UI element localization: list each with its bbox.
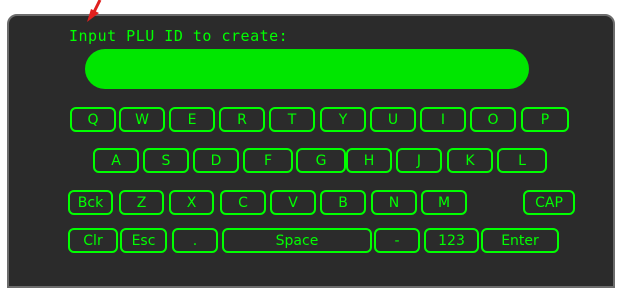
key-i[interactable]: I <box>420 107 466 132</box>
key-k[interactable]: K <box>447 148 493 173</box>
key-f[interactable]: F <box>243 148 293 173</box>
key-r[interactable]: R <box>219 107 265 132</box>
key-y[interactable]: Y <box>320 107 366 132</box>
space-key[interactable]: Space <box>222 228 372 253</box>
key-m[interactable]: M <box>421 190 467 215</box>
key-g[interactable]: G <box>296 148 346 173</box>
period-key[interactable]: . <box>172 228 218 253</box>
key-a[interactable]: A <box>93 148 139 173</box>
caps-key[interactable]: CAP <box>523 190 575 215</box>
key-o[interactable]: O <box>470 107 516 132</box>
key-q[interactable]: Q <box>70 107 116 132</box>
key-b[interactable]: B <box>320 190 366 215</box>
clear-key[interactable]: Clr <box>68 228 118 253</box>
numeric-mode-key[interactable]: 123 <box>424 228 479 253</box>
key-e[interactable]: E <box>169 107 215 132</box>
key-l[interactable]: L <box>497 148 547 173</box>
key-w[interactable]: W <box>119 107 165 132</box>
backspace-key[interactable]: Bck <box>68 190 113 215</box>
key-h[interactable]: H <box>346 148 392 173</box>
key-j[interactable]: J <box>396 148 442 173</box>
key-v[interactable]: V <box>270 190 316 215</box>
key-n[interactable]: N <box>371 190 417 215</box>
key-t[interactable]: T <box>269 107 315 132</box>
key-u[interactable]: U <box>370 107 416 132</box>
arrow-pointer-icon <box>87 0 102 22</box>
enter-key[interactable]: Enter <box>481 228 559 253</box>
key-d[interactable]: D <box>193 148 239 173</box>
escape-key[interactable]: Esc <box>120 228 167 253</box>
dash-key[interactable]: - <box>374 228 420 253</box>
key-p[interactable]: P <box>521 107 569 132</box>
plu-id-input[interactable] <box>85 49 529 89</box>
key-z[interactable]: Z <box>119 190 164 215</box>
key-s[interactable]: S <box>143 148 189 173</box>
key-c[interactable]: C <box>220 190 266 215</box>
key-x[interactable]: X <box>169 190 214 215</box>
